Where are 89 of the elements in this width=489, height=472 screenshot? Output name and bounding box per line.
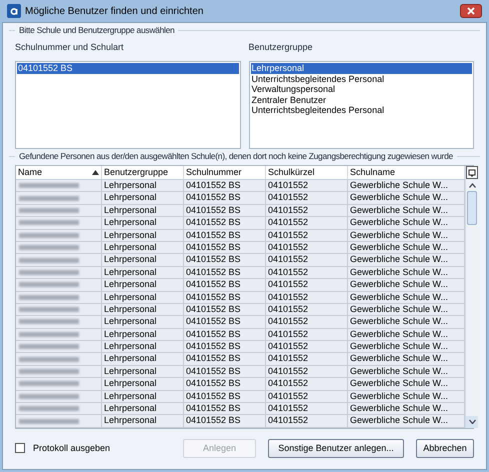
table-cell: Lehrpersonal bbox=[102, 254, 184, 266]
table-cell: 04101552 BS bbox=[184, 192, 266, 204]
table-cell: 04101552 bbox=[266, 230, 348, 241]
scroll-down-button[interactable] bbox=[466, 416, 478, 428]
table-cell: 04101552 bbox=[266, 242, 348, 254]
table-cell: 04101552 BS bbox=[184, 353, 266, 365]
list-item[interactable]: Lehrpersonal bbox=[250, 63, 472, 74]
table-cell: 04101552 BS bbox=[184, 403, 266, 414]
table-cell: 04101552 BS bbox=[184, 378, 266, 390]
column-header[interactable]: Benutzergruppe bbox=[102, 166, 184, 179]
table-cell: 04101552 BS bbox=[184, 242, 266, 254]
list-box[interactable]: Lehrpersonal Unterrichtsbegleitendes Personal Verwaltungspersonal Zentraler Benutzer Unterrichtsbegleitendes Personal bbox=[248, 61, 474, 149]
table-cell: 04101552 BS bbox=[184, 204, 266, 216]
checkbox-label: Protokoll ausgeben bbox=[33, 442, 110, 455]
window-title: Mögliche Benutzer finden und einrichten bbox=[25, 4, 204, 18]
table-cell: 04101552 bbox=[266, 180, 348, 192]
table-cell: 04101552 bbox=[266, 217, 348, 229]
table-cell: 04101552 bbox=[266, 254, 348, 266]
table-cell: Lehrpersonal bbox=[102, 292, 184, 303]
table-cell: Lehrpersonal bbox=[102, 204, 184, 216]
table-cell: 04101552 BS bbox=[184, 230, 266, 241]
group-title: Bitte Schule und Benutzergruppe auswählen bbox=[19, 24, 174, 36]
table-cell: 04101552 bbox=[266, 341, 348, 352]
table-cell: 04101552 bbox=[266, 328, 348, 340]
table-cell: 04101552 BS bbox=[184, 266, 266, 278]
table-cell: 04101552 BS bbox=[184, 316, 266, 328]
table-cell: 04101552 bbox=[266, 353, 348, 365]
list-item[interactable]: Verwaltungspersonal bbox=[250, 84, 472, 94]
table-cell: Lehrpersonal bbox=[102, 328, 184, 340]
table-cell: 04101552 bbox=[266, 266, 348, 278]
chevron-up-icon bbox=[468, 182, 476, 188]
table-cell: Lehrpersonal bbox=[102, 242, 184, 254]
list-label: Benutzergruppe bbox=[248, 41, 314, 53]
table-cell: 04101552 bbox=[266, 292, 348, 303]
table-cell: Lehrpersonal bbox=[102, 353, 184, 365]
table-cell: Lehrpersonal bbox=[102, 415, 184, 427]
close-button[interactable] bbox=[460, 4, 482, 18]
table-cell: 04101552 BS bbox=[184, 390, 266, 402]
close-icon bbox=[467, 7, 475, 15]
chevron-down-icon bbox=[468, 419, 476, 424]
table-cell: 04101552 bbox=[266, 366, 348, 378]
table-cell: Lehrpersonal bbox=[102, 366, 184, 378]
table-cell: Lehrpersonal bbox=[102, 378, 184, 390]
table-cell: 04101552 BS bbox=[184, 279, 266, 291]
log-checkbox[interactable] bbox=[15, 443, 25, 454]
table-cell: Lehrpersonal bbox=[102, 316, 184, 328]
column-chooser-icon[interactable] bbox=[466, 166, 478, 179]
list-item[interactable]: 04101552 BS bbox=[17, 63, 238, 74]
scroll-thumb[interactable] bbox=[467, 191, 477, 225]
table-cell: 04101552 bbox=[266, 316, 348, 328]
table-cell: 04101552 BS bbox=[184, 292, 266, 303]
list-item[interactable]: Unterrichtsbegleitendes Personal bbox=[250, 74, 472, 84]
column-header[interactable]: Name bbox=[16, 166, 102, 179]
table-cell: Lehrpersonal bbox=[102, 279, 184, 291]
dialog-button[interactable]: Abbrechen bbox=[416, 438, 474, 458]
list-item[interactable]: Zentraler Benutzer bbox=[250, 94, 472, 105]
table-cell: Lehrpersonal bbox=[102, 341, 184, 352]
table-cell: 04101552 bbox=[266, 415, 348, 427]
list-label: Schulnummer und Schulart bbox=[15, 41, 125, 53]
table-cell: Lehrpersonal bbox=[102, 230, 184, 241]
table-cell: 04101552 BS bbox=[184, 217, 266, 229]
table-cell: 04101552 BS bbox=[184, 341, 266, 352]
table-cell: 04101552 BS bbox=[184, 328, 266, 340]
table-cell: 04101552 bbox=[266, 390, 348, 402]
app-logo-icon bbox=[7, 4, 21, 18]
column-header[interactable]: Schulnummer bbox=[184, 166, 266, 179]
table-cell: 04101552 bbox=[266, 403, 348, 414]
table-cell: 04101552 BS bbox=[184, 366, 266, 378]
table-cell: 04101552 BS bbox=[184, 304, 266, 316]
table-cell: 04101552 BS bbox=[184, 180, 266, 192]
table-cell: Lehrpersonal bbox=[102, 266, 184, 278]
table-cell: 04101552 bbox=[266, 204, 348, 216]
table-cell: Lehrpersonal bbox=[102, 304, 184, 316]
table-cell: Lehrpersonal bbox=[102, 390, 184, 402]
table-cell: Lehrpersonal bbox=[102, 192, 184, 204]
table-cell: Lehrpersonal bbox=[102, 217, 184, 229]
table-cell: 04101552 bbox=[266, 304, 348, 316]
table-cell: 04101552 bbox=[266, 279, 348, 291]
list-box[interactable]: 04101552 BS bbox=[15, 61, 240, 149]
column-header[interactable]: Schulkürzel bbox=[266, 166, 348, 179]
table-cell: 04101552 BS bbox=[184, 415, 266, 427]
table-cell: Lehrpersonal bbox=[102, 403, 184, 414]
table-cell: Lehrpersonal bbox=[102, 180, 184, 192]
list-item[interactable]: Unterrichtsbegleitendes Personal bbox=[250, 105, 472, 116]
group-title: Gefundene Personen aus der/den ausgewählten Schule(n), denen dort noch keine Zugangsberechtigung zugewiesen wurde bbox=[19, 150, 453, 162]
table-cell: 04101552 bbox=[266, 378, 348, 390]
table-cell: 04101552 BS bbox=[184, 254, 266, 266]
table-cell: 04101552 bbox=[266, 192, 348, 204]
dialog-button[interactable]: Sonstige Benutzer anlegen... bbox=[268, 438, 404, 458]
